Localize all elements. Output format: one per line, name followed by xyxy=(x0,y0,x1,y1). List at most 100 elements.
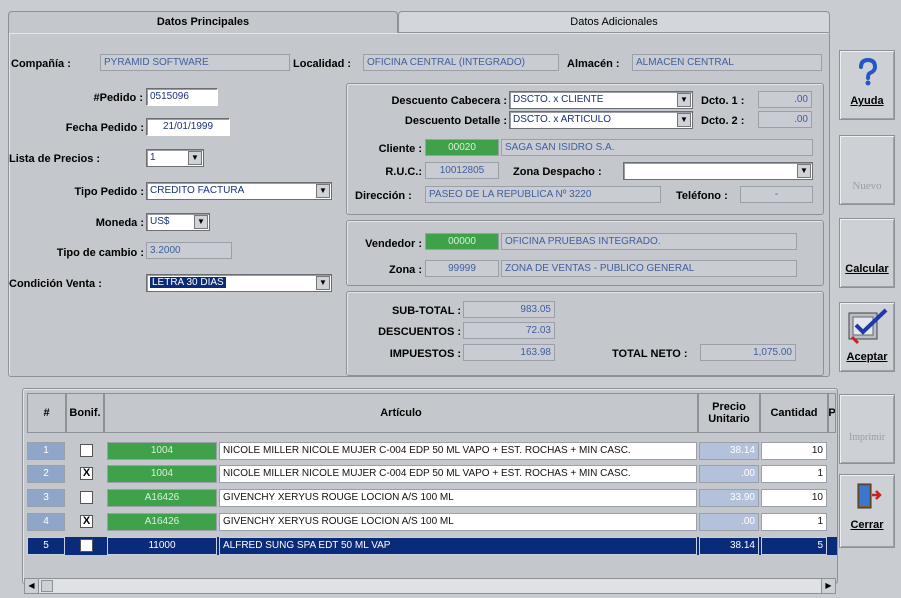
lista-label: Lista de Precios : xyxy=(9,153,101,165)
row-desc[interactable]: NICOLE MILLER NICOLE MUJER C-004 EDP 50 … xyxy=(219,465,697,483)
bonif-checkbox[interactable] xyxy=(80,444,93,457)
row-code[interactable]: 1004 xyxy=(107,442,217,460)
calcular-button[interactable]: Calcular xyxy=(839,218,895,288)
row-code[interactable]: 11000 xyxy=(107,537,217,555)
chevron-down-icon[interactable]: ▼ xyxy=(677,93,691,107)
cabecera-select[interactable]: DSCTO. x CLIENTE ▼ xyxy=(509,91,693,109)
neto-field: 1,075.00 xyxy=(700,344,796,361)
ruc-label: R.U.C.: xyxy=(385,166,422,178)
chevron-down-icon[interactable]: ▼ xyxy=(677,113,691,127)
chevron-down-icon[interactable]: ▼ xyxy=(316,276,330,290)
row-cantidad[interactable]: 10 xyxy=(761,489,827,507)
row-cantidad[interactable]: 1 xyxy=(761,465,827,483)
pedido-label: #Pedido : xyxy=(93,92,143,104)
cerrar-button[interactable]: Cerrar xyxy=(839,474,895,548)
condicion-select[interactable]: LETRA 30 DIAS ▼ xyxy=(146,274,332,292)
row-precio[interactable]: 38.14 xyxy=(699,537,759,555)
row-precio[interactable]: 38.14 xyxy=(699,442,759,460)
col-extra-header: P xyxy=(828,393,836,433)
dcto1-field: .00 xyxy=(758,91,812,108)
row-cantidad[interactable]: 10 xyxy=(761,442,827,460)
row-desc[interactable]: GIVENCHY XERYUS ROUGE LOCION A/S 100 ML xyxy=(219,513,697,531)
almacen-field: ALMACEN CENTRAL xyxy=(632,54,822,71)
imprimir-button[interactable]: Imprimir xyxy=(839,394,895,464)
dcto1-label: Dcto. 1 : xyxy=(701,95,745,107)
localidad-field: OFICINA CENTRAL (INTEGRADO) xyxy=(363,54,559,71)
descuentos-label: DESCUENTOS : xyxy=(378,326,461,338)
neto-label: TOTAL NETO : xyxy=(612,348,688,360)
row-code[interactable]: 1004 xyxy=(107,465,217,483)
cabecera-value: DSCTO. x CLIENTE xyxy=(513,94,604,105)
vendedor-name: OFICINA PRUEBAS INTEGRADO. xyxy=(501,233,797,250)
cliente-label: Cliente : xyxy=(378,143,422,155)
exit-door-icon xyxy=(857,483,882,509)
lista-select[interactable]: 1 ▼ xyxy=(146,149,204,167)
impuestos-field: 163.98 xyxy=(463,344,555,361)
zona-despacho-select[interactable]: ▼ xyxy=(623,162,813,180)
fecha-label: Fecha Pedido : xyxy=(65,122,144,134)
table-row[interactable]: 2 X 1004 NICOLE MILLER NICOLE MUJER C-00… xyxy=(27,465,837,483)
row-cantidad[interactable]: 5 xyxy=(761,537,827,555)
bonif-checkbox[interactable] xyxy=(80,539,93,552)
aceptar-label: Aceptar xyxy=(846,351,888,363)
row-desc[interactable]: GIVENCHY XERYUS ROUGE LOCION A/S 100 ML xyxy=(219,489,697,507)
telefono-label: Teléfono : xyxy=(676,190,728,202)
pedido-field[interactable]: 0515096 xyxy=(146,88,218,106)
horizontal-scrollbar[interactable]: ◀ ▶ xyxy=(24,578,836,594)
bonif-checkbox[interactable]: X xyxy=(80,515,93,528)
col-cantidad-header: Cantidad xyxy=(760,393,828,433)
row-code[interactable]: A16426 xyxy=(107,513,217,531)
chevron-down-icon[interactable]: ▼ xyxy=(316,184,330,198)
imprimir-label: Imprimir xyxy=(848,432,886,443)
direccion-field: PASEO DE LA REPUBLICA Nº 3220 xyxy=(425,186,661,203)
scroll-right-icon[interactable]: ▶ xyxy=(821,579,835,593)
vendedor-code[interactable]: 00000 xyxy=(425,233,499,250)
scroll-thumb[interactable] xyxy=(41,580,53,592)
cliente-code[interactable]: 00020 xyxy=(425,139,499,156)
row-precio[interactable]: .00 xyxy=(699,465,759,483)
subtotal-label: SUB-TOTAL : xyxy=(391,305,461,317)
cliente-name: SAGA SAN ISIDRO S.A. xyxy=(501,139,813,156)
chevron-down-icon[interactable]: ▼ xyxy=(188,151,202,165)
cambio-label: Tipo de cambio : xyxy=(56,247,144,259)
row-num: 5 xyxy=(27,537,65,555)
bonif-checkbox[interactable] xyxy=(80,491,93,504)
table-row[interactable]: 4 X A16426 GIVENCHY XERYUS ROUGE LOCION … xyxy=(27,513,837,531)
nuevo-button[interactable]: Nuevo xyxy=(839,135,895,205)
col-num-header: # xyxy=(27,393,66,433)
ayuda-label: Ayuda xyxy=(850,95,884,107)
bonif-checkbox[interactable]: X xyxy=(80,467,93,480)
tipo-pedido-label: Tipo Pedido : xyxy=(74,186,144,198)
nuevo-label: Nuevo xyxy=(852,180,882,192)
row-precio[interactable]: 33.90 xyxy=(699,489,759,507)
row-code[interactable]: A16426 xyxy=(107,489,217,507)
ruc-field: 10012805 xyxy=(425,162,499,179)
fecha-field[interactable]: 21/01/1999 xyxy=(146,118,230,136)
aceptar-button[interactable]: Aceptar xyxy=(839,302,895,372)
col-bonif-header: Bonif. xyxy=(66,393,104,433)
chevron-down-icon[interactable]: ▼ xyxy=(797,164,811,178)
chevron-down-icon[interactable]: ▼ xyxy=(194,215,208,229)
ayuda-button[interactable]: Ayuda xyxy=(839,50,895,120)
detalle-select[interactable]: DSCTO. x ARTICULO ▼ xyxy=(509,111,693,129)
localidad-label: Localidad : xyxy=(293,58,352,70)
table-row[interactable]: 1 1004 NICOLE MILLER NICOLE MUJER C-004 … xyxy=(27,442,837,460)
row-precio[interactable]: .00 xyxy=(699,513,759,531)
tab-datos-adicionales[interactable]: Datos Adicionales xyxy=(398,11,830,33)
cabecera-label: Descuento Cabecera : xyxy=(391,95,507,107)
condicion-label: Condición Venta : xyxy=(9,278,102,290)
row-desc[interactable]: ALFRED SUNG SPA EDT 50 ML VAP xyxy=(219,537,697,555)
tab-datos-principales[interactable]: Datos Principales xyxy=(8,11,398,33)
dcto2-label: Dcto. 2 : xyxy=(701,115,745,127)
tipo-pedido-select[interactable]: CREDITO FACTURA ▼ xyxy=(146,182,332,200)
table-row[interactable]: 3 A16426 GIVENCHY XERYUS ROUGE LOCION A/… xyxy=(27,489,837,507)
col-precio-header: Precio Unitario xyxy=(698,393,760,433)
table-row-selected[interactable]: 5 11000 ALFRED SUNG SPA EDT 50 ML VAP 38… xyxy=(27,537,837,555)
vendedor-label: Vendedor : xyxy=(365,238,422,250)
row-desc[interactable]: NICOLE MILLER NICOLE MUJER C-004 EDP 50 … xyxy=(219,442,697,460)
zona-despacho-label: Zona Despacho : xyxy=(513,166,602,178)
scroll-left-icon[interactable]: ◀ xyxy=(25,579,39,593)
row-cantidad[interactable]: 1 xyxy=(761,513,827,531)
moneda-select[interactable]: US$ ▼ xyxy=(146,213,210,231)
check-ok-icon xyxy=(848,308,888,345)
